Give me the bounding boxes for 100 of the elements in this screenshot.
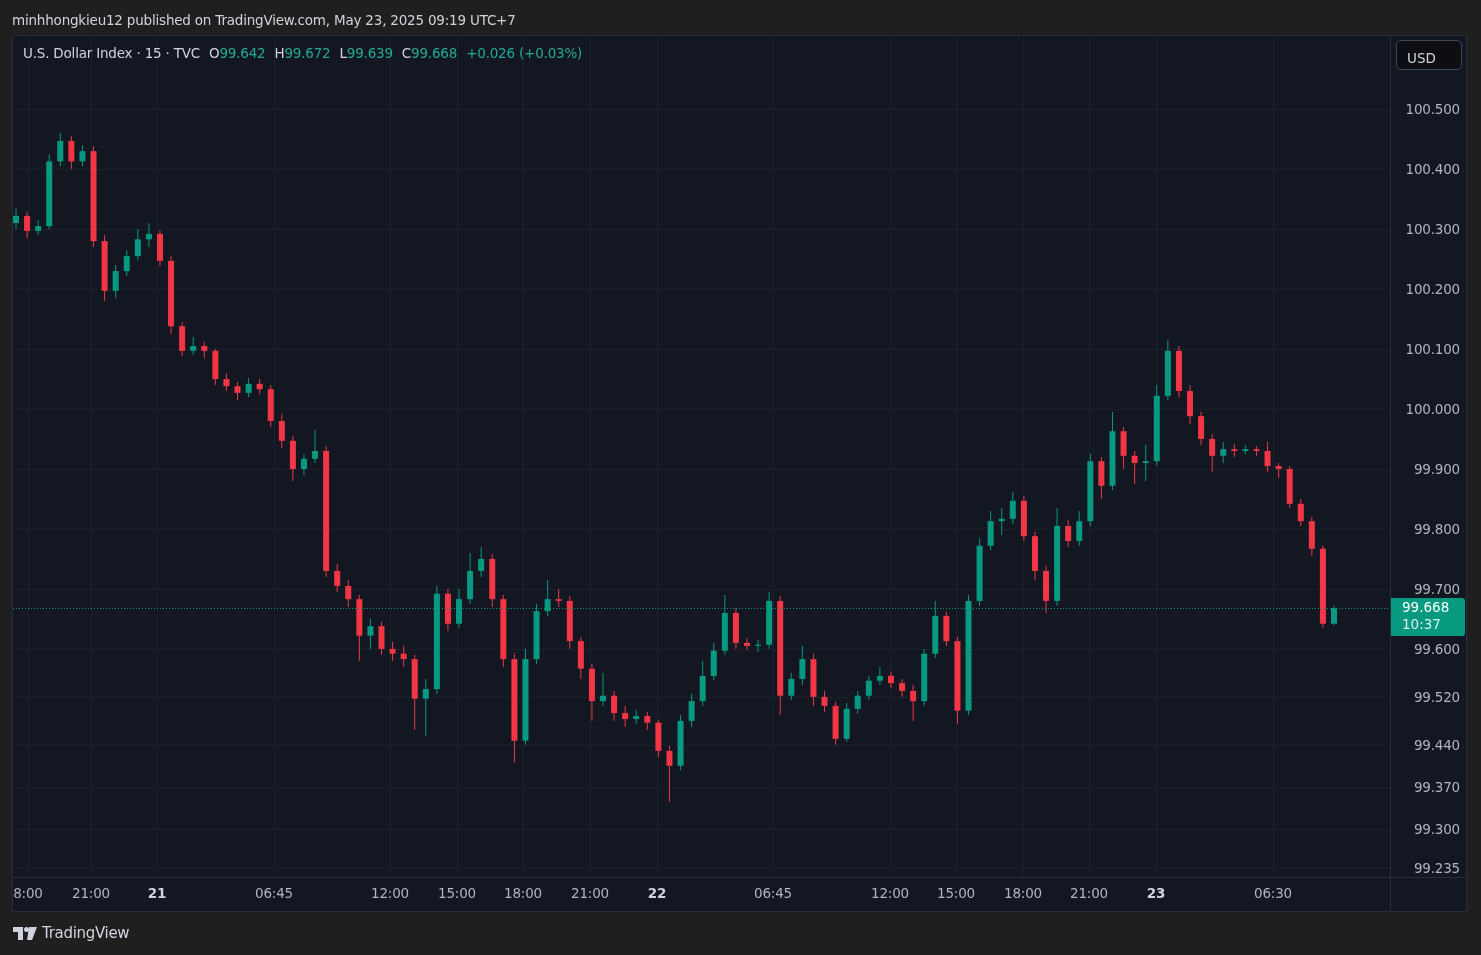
candle [1175,345,1182,398]
ohlc-value: 99.668 [411,45,458,61]
candle [1065,519,1072,548]
candle [721,594,728,656]
candle [1009,491,1016,525]
candle [157,229,163,267]
candle [1198,411,1205,446]
candle [389,641,396,662]
candle [422,678,429,737]
ohlc-label: O [209,45,220,61]
candle [1331,605,1337,626]
candle [832,701,839,746]
candle [256,378,263,395]
candle [345,579,352,608]
candle [267,384,274,428]
logo-text: TradingView [42,924,130,942]
candle [68,135,75,170]
candle [854,690,861,715]
candle [1043,565,1050,614]
candle [179,321,186,357]
time-label: 06:30 [1254,885,1292,901]
candle [633,709,640,725]
candle [622,705,629,728]
ohlc-value: 99.672 [284,45,331,61]
candle [234,381,241,401]
price-label: 99.600 [1413,640,1460,657]
candle [666,745,673,803]
candle [145,222,152,248]
candle [1076,510,1083,547]
candle [300,453,307,476]
candle [732,607,739,650]
price-label: 100.500 [1405,101,1460,118]
candle [378,621,385,656]
time-label: 21 [147,885,167,901]
candle [1242,444,1249,455]
candle [932,600,939,659]
time-label: 12:00 [871,885,909,901]
candle [843,702,850,743]
candle [699,660,706,707]
candle [998,507,1005,536]
time-label: 12:00 [371,885,409,901]
time-label: 21:00 [72,885,110,901]
candle [79,144,86,167]
ohlc-value: 99.639 [346,45,393,61]
candle [245,377,252,398]
bar-countdown: 10:37 [1402,616,1442,633]
candle [289,435,296,482]
price-label: 100.400 [1405,161,1460,178]
price-label: 99.900 [1413,461,1460,477]
candle [600,672,606,707]
candle [24,211,31,239]
price-label: 99.520 [1413,688,1460,705]
time-label: 22 [647,885,667,901]
candle [533,603,540,665]
candle [655,719,662,758]
candle [611,690,618,722]
ohlc-value: 99.642 [219,45,266,61]
symbol-title: U.S. Dollar Index · 15 · TVC [23,45,200,61]
candle [134,228,141,261]
candle [1031,531,1038,581]
candle [744,637,750,651]
time-label: 23 [1146,885,1166,901]
time-label: 06:45 [255,885,293,901]
currency-button[interactable]: USD [1396,40,1462,70]
price-label: 99.235 [1413,859,1460,876]
candle [810,653,817,707]
candle [987,510,994,551]
candle [112,264,119,299]
candle [489,553,496,608]
candle [1131,450,1138,485]
candle [1297,498,1304,527]
candle [799,645,806,686]
candle [1164,339,1171,401]
candle [1275,462,1282,479]
candle [544,579,551,617]
candle [588,663,595,722]
candle [1020,495,1027,542]
candle [367,618,374,650]
candle [755,639,762,653]
price-label: 100.100 [1405,341,1460,358]
price-label: 100.000 [1405,401,1460,417]
time-label: 18:00 [504,885,542,901]
ohlc-label: C [401,45,412,61]
candle [677,714,684,771]
candle [334,563,341,593]
candle [312,429,319,464]
candle [223,372,230,392]
candle [888,671,894,689]
candle [123,249,130,277]
candle [921,648,928,707]
candle [766,591,773,650]
candle [212,348,219,386]
published-caption: minhhongkieu12 published on TradingView.com, May 23, 2025 09:19 UTC+7 [12,12,516,28]
time-label: 21:00 [1070,885,1108,901]
candle [478,546,485,578]
candle [1220,441,1227,464]
candle [201,341,208,359]
time-label: 15:00 [438,885,476,901]
candle [821,690,828,713]
ohlc-label: H [274,45,285,61]
